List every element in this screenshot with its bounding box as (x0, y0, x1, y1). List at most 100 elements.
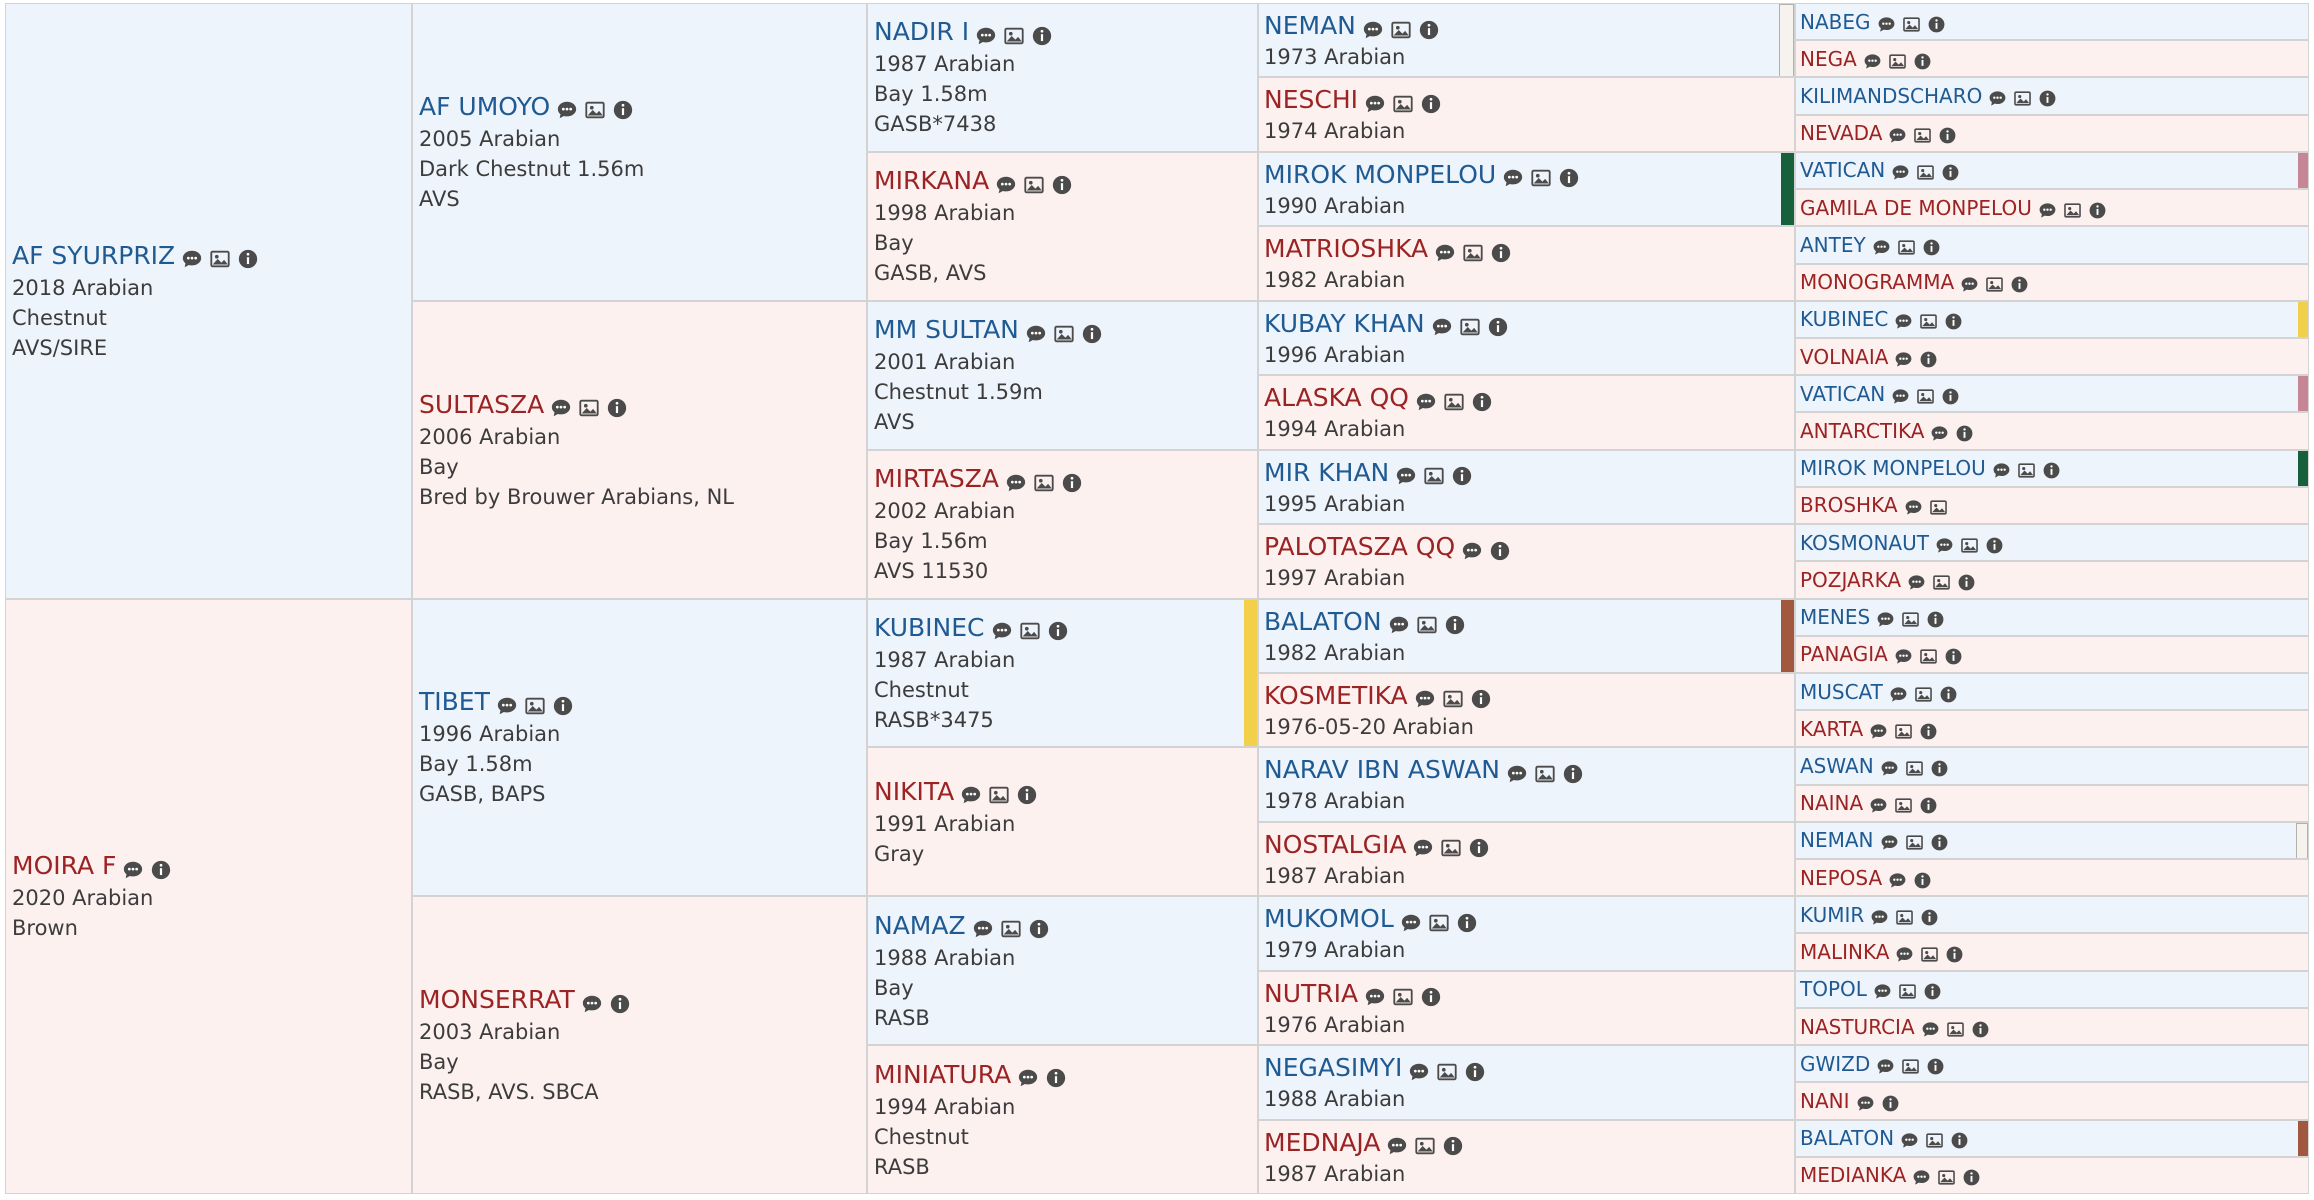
horse-name-link[interactable]: AF UMOYO (419, 90, 550, 124)
horse-name-link[interactable]: NEGA (1800, 47, 1857, 71)
comment-icon[interactable] (1894, 312, 1913, 331)
horse-name-link[interactable]: KUMIR (1800, 903, 1864, 927)
info-icon[interactable] (1031, 25, 1053, 47)
image-icon[interactable] (2017, 461, 2036, 480)
horse-name-link[interactable]: ANTEY (1800, 233, 1866, 257)
horse-name-link[interactable]: NASTURCIA (1800, 1015, 1915, 1039)
comment-icon[interactable] (1988, 89, 2007, 108)
comment-icon[interactable] (122, 859, 144, 881)
comment-icon[interactable] (1863, 52, 1882, 71)
image-icon[interactable] (1462, 242, 1484, 264)
info-icon[interactable] (1922, 238, 1941, 257)
comment-icon[interactable] (1921, 1020, 1940, 1039)
image-icon[interactable] (1392, 986, 1414, 1008)
image-icon[interactable] (2063, 201, 2082, 220)
image-icon[interactable] (1929, 498, 1948, 517)
info-icon[interactable] (1926, 1057, 1945, 1076)
image-icon[interactable] (988, 784, 1010, 806)
horse-name-link[interactable]: MUSCAT (1800, 680, 1883, 704)
horse-name-link[interactable]: PANAGIA (1800, 642, 1888, 666)
info-icon[interactable] (1962, 1168, 1981, 1187)
info-icon[interactable] (1919, 722, 1938, 741)
comment-icon[interactable] (181, 248, 203, 270)
info-icon[interactable] (1489, 540, 1511, 562)
image-icon[interactable] (1919, 647, 1938, 666)
image-icon[interactable] (1901, 610, 1920, 629)
horse-name-link[interactable]: VOLNAIA (1800, 345, 1888, 369)
horse-name-link[interactable]: MIROK MONPELOU (1264, 158, 1496, 192)
comment-icon[interactable] (1364, 986, 1386, 1008)
image-icon[interactable] (1392, 93, 1414, 115)
horse-name-link[interactable]: NEPOSA (1800, 866, 1882, 890)
comment-icon[interactable] (1876, 1057, 1895, 1076)
comment-icon[interactable] (1888, 126, 1907, 145)
horse-name-link[interactable]: NARAV IBN ASWAN (1264, 753, 1500, 787)
comment-icon[interactable] (1912, 1168, 1931, 1187)
image-icon[interactable] (1416, 614, 1438, 636)
info-icon[interactable] (1051, 174, 1073, 196)
comment-icon[interactable] (1434, 242, 1456, 264)
horse-name-link[interactable]: MUKOMOL (1264, 902, 1394, 936)
horse-name-link[interactable]: BALATON (1800, 1126, 1894, 1150)
comment-icon[interactable] (1877, 15, 1896, 34)
comment-icon[interactable] (1856, 1094, 1875, 1113)
image-icon[interactable] (1436, 1061, 1458, 1083)
horse-name-link[interactable]: KOSMONAUT (1800, 531, 1929, 555)
image-icon[interactable] (1019, 620, 1041, 642)
horse-name-link[interactable]: VATICAN (1800, 382, 1885, 406)
horse-name-link[interactable]: NANI (1800, 1089, 1850, 1113)
info-icon[interactable] (606, 397, 628, 419)
horse-name-link[interactable]: MEDNAJA (1264, 1126, 1380, 1160)
horse-name-link[interactable]: NABEG (1800, 10, 1871, 34)
comment-icon[interactable] (2038, 201, 2057, 220)
comment-icon[interactable] (1388, 614, 1410, 636)
comment-icon[interactable] (975, 25, 997, 47)
comment-icon[interactable] (995, 174, 1017, 196)
image-icon[interactable] (1894, 796, 1913, 815)
comment-icon[interactable] (1869, 722, 1888, 741)
info-icon[interactable] (1923, 982, 1942, 1001)
comment-icon[interactable] (991, 620, 1013, 642)
comment-icon[interactable] (1907, 573, 1926, 592)
horse-name-link[interactable]: NEMAN (1264, 9, 1356, 43)
image-icon[interactable] (1916, 387, 1935, 406)
info-icon[interactable] (1081, 323, 1103, 345)
comment-icon[interactable] (1400, 912, 1422, 934)
info-icon[interactable] (1919, 796, 1938, 815)
comment-icon[interactable] (1414, 688, 1436, 710)
horse-name-link[interactable]: PALOTASZA QQ (1264, 530, 1455, 564)
horse-name-link[interactable]: NIKITA (874, 775, 954, 809)
info-icon[interactable] (1985, 536, 2004, 555)
horse-name-link[interactable]: MATRIOSHKA (1264, 232, 1428, 266)
comment-icon[interactable] (1869, 796, 1888, 815)
image-icon[interactable] (1919, 312, 1938, 331)
horse-name-link[interactable]: BALATON (1264, 605, 1382, 639)
comment-icon[interactable] (1502, 167, 1524, 189)
info-icon[interactable] (1950, 1131, 1969, 1150)
horse-name-link[interactable]: MOIRA F (12, 849, 116, 883)
horse-name-link[interactable]: SULTASZA (419, 388, 544, 422)
comment-icon[interactable] (1506, 763, 1528, 785)
image-icon[interactable] (578, 397, 600, 419)
comment-icon[interactable] (1017, 1067, 1039, 1089)
info-icon[interactable] (2010, 275, 2029, 294)
horse-name-link[interactable]: MIROK MONPELOU (1800, 456, 1986, 480)
info-icon[interactable] (1471, 391, 1493, 413)
info-icon[interactable] (1562, 763, 1584, 785)
image-icon[interactable] (1440, 837, 1462, 859)
info-icon[interactable] (1944, 312, 1963, 331)
comment-icon[interactable] (1891, 163, 1910, 182)
info-icon[interactable] (1442, 1135, 1464, 1157)
info-icon[interactable] (1490, 242, 1512, 264)
info-icon[interactable] (1420, 93, 1442, 115)
horse-name-link[interactable]: NESCHI (1264, 83, 1358, 117)
horse-name-link[interactable]: NOSTALGIA (1264, 828, 1406, 862)
horse-name-link[interactable]: BROSHKA (1800, 493, 1898, 517)
comment-icon[interactable] (1005, 472, 1027, 494)
image-icon[interactable] (2013, 89, 2032, 108)
image-icon[interactable] (1023, 174, 1045, 196)
info-icon[interactable] (1558, 167, 1580, 189)
horse-name-link[interactable]: MENES (1800, 605, 1870, 629)
info-icon[interactable] (1945, 945, 1964, 964)
info-icon[interactable] (1061, 472, 1083, 494)
